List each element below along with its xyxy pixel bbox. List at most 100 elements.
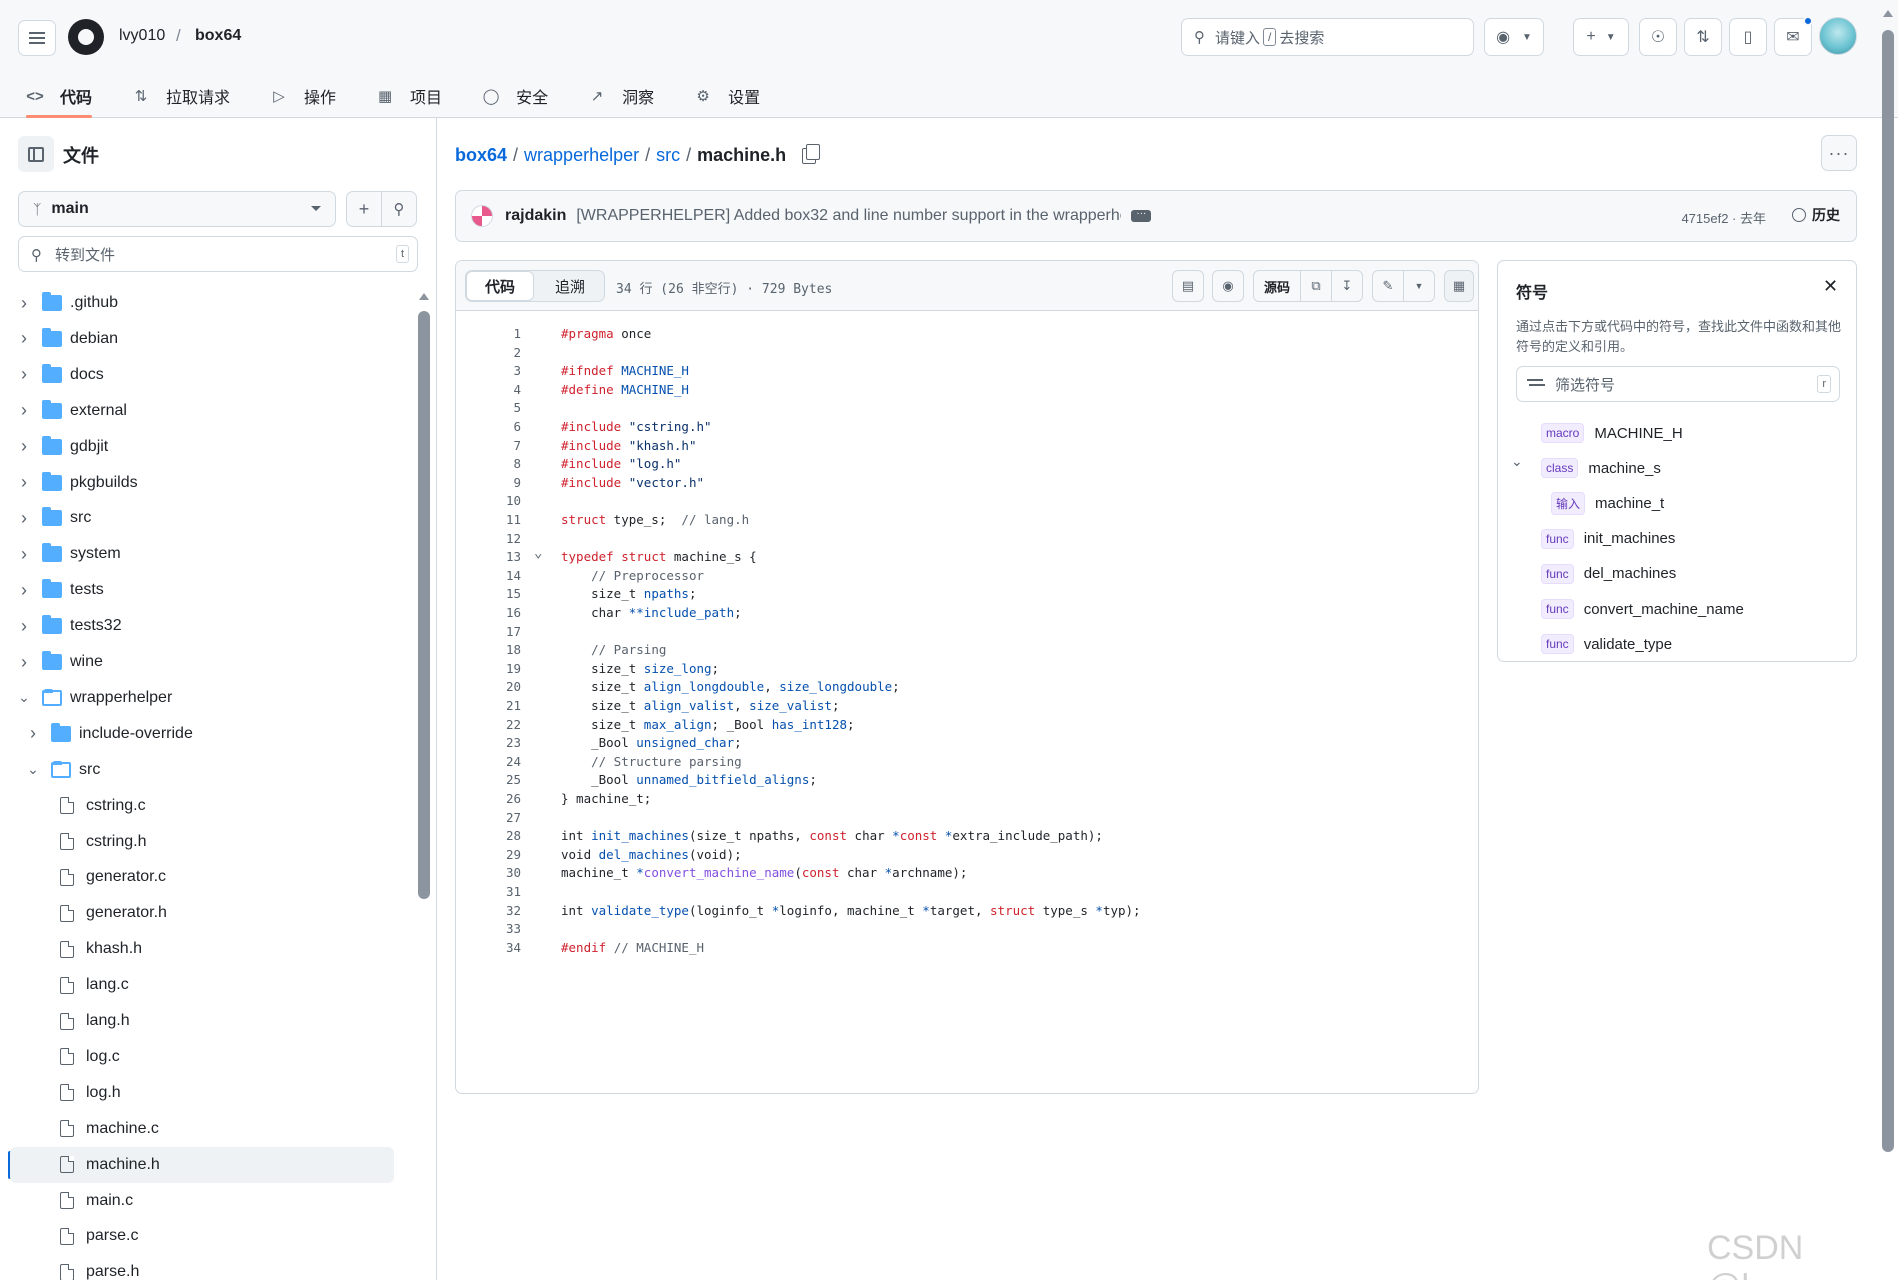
symbol-item[interactable]: 输入 machine_t — [1551, 488, 1664, 518]
collapse-sidebar-button[interactable] — [18, 136, 54, 172]
commit-author[interactable]: rajdakin — [505, 207, 566, 225]
download-raw-button[interactable]: ↧ — [1331, 270, 1363, 302]
code-line: 34 #endif // MACHINE_H — [456, 937, 1478, 959]
tab-projects[interactable]: ▦ 项目 — [364, 74, 454, 118]
breadcrumb-src[interactable]: src — [656, 145, 680, 166]
tree-folder[interactable]: › external — [10, 393, 394, 429]
commit-expand-button[interactable]: ··· — [1131, 209, 1152, 222]
tree-folder[interactable]: › tests — [10, 572, 394, 608]
branch-name: main — [51, 200, 89, 217]
tree-folder[interactable]: › system — [10, 536, 394, 572]
breadcrumb-separator: / — [645, 145, 651, 165]
tree-file[interactable]: parse.c — [10, 1218, 394, 1254]
commit-message[interactable]: [WRAPPERHELPER] Added box32 and line num… — [576, 207, 1121, 225]
tree-folder[interactable]: › wine — [10, 644, 394, 680]
blame-view-tab[interactable]: 追溯 — [536, 271, 604, 301]
page-scroll-up-arrow-icon[interactable] — [1883, 10, 1893, 17]
tree-file[interactable]: log.h — [10, 1075, 394, 1111]
code-token: char — [839, 865, 885, 881]
symbol-item[interactable]: macro MACHINE_H — [1541, 418, 1683, 448]
tree-folder[interactable]: › .github — [10, 285, 394, 321]
breadcrumb-wrapperhelper[interactable]: wrapperhelper — [524, 145, 639, 166]
tree-folder[interactable]: › debian — [10, 321, 394, 357]
github-logo-icon[interactable] — [68, 19, 104, 55]
copilot-button[interactable]: ◉ ▼ — [1484, 18, 1544, 56]
edit-file-button[interactable]: ✎ — [1372, 270, 1404, 302]
copilot-code-button[interactable]: ◉ — [1212, 270, 1244, 302]
more-options-button[interactable]: ··· — [1821, 135, 1857, 171]
symbol-item[interactable]: func convert_machine_name — [1541, 594, 1744, 624]
copy-path-icon[interactable] — [802, 143, 821, 164]
search-files-button[interactable]: ⚲ — [381, 191, 417, 227]
tree-file[interactable]: generator.h — [10, 895, 394, 931]
tab-actions[interactable]: ▷ 操作 — [258, 74, 348, 118]
tab-pull-requests[interactable]: ⇅ 拉取请求 — [120, 74, 242, 118]
search-hint-prefix: 请键入 — [1215, 29, 1261, 47]
branch-selector[interactable]: ᛉ main — [18, 191, 336, 227]
symbol-item[interactable]: func init_machines — [1541, 524, 1675, 554]
tab-code[interactable]: <> 代码 — [14, 74, 104, 118]
tab-settings[interactable]: ⚙ 设置 — [682, 74, 772, 118]
code-token: ; — [734, 735, 742, 751]
tree-file[interactable]: main.c — [10, 1183, 394, 1219]
edit-options-button[interactable]: ▼ — [1403, 270, 1435, 302]
tab-insights[interactable]: ↗ 洞察 — [576, 74, 666, 118]
commit-author-avatar[interactable] — [471, 205, 493, 227]
view-toggle: 代码 追溯 — [465, 270, 605, 302]
tree-file[interactable]: lang.h — [10, 1003, 394, 1039]
code-view-tab[interactable]: 代码 — [466, 271, 534, 301]
code-token: ( — [794, 865, 802, 881]
tree-file[interactable]: parse.h — [10, 1254, 394, 1280]
close-icon[interactable]: ✕ — [1823, 276, 1838, 297]
tree-file[interactable]: generator.c — [10, 859, 394, 895]
tree-folder[interactable]: › include-override — [10, 716, 394, 752]
raw-button[interactable]: 源码 — [1253, 270, 1301, 302]
tree-folder[interactable]: › src — [10, 500, 394, 536]
menu-button[interactable] — [18, 20, 56, 56]
tree-folder[interactable]: › gdbjit — [10, 429, 394, 465]
user-avatar[interactable] — [1819, 17, 1857, 55]
symbol-name: validate_type — [1583, 635, 1673, 653]
chevron-down-icon[interactable]: ⌄ — [1511, 453, 1523, 470]
tree-file[interactable]: khash.h — [10, 931, 394, 967]
scroll-up-arrow-icon[interactable] — [419, 293, 429, 300]
code-token: // MACHINE_H — [613, 939, 704, 955]
tree-folder[interactable]: › pkgbuilds — [10, 465, 394, 501]
add-file-button[interactable]: + — [346, 191, 382, 227]
line-number[interactable]: 34 — [456, 937, 521, 959]
chevron-right-icon: › — [21, 615, 27, 636]
issues-button[interactable]: ☉ — [1639, 18, 1677, 56]
fold-chevron-icon[interactable]: ⌄ — [534, 542, 542, 564]
tree-file[interactable]: cstring.c — [10, 788, 394, 824]
repo-name-link[interactable]: box64 — [195, 27, 241, 45]
history-button[interactable]: 历史 — [1792, 205, 1840, 225]
tree-folder[interactable]: ⌄ src — [10, 752, 394, 788]
repo-owner-link[interactable]: lvy010 — [119, 27, 165, 45]
filter-symbols-input[interactable]: 筛选符号 r — [1516, 366, 1840, 402]
tree-folder[interactable]: › docs — [10, 357, 394, 393]
chevron-right-icon: › — [30, 723, 36, 744]
tree-file[interactable]: log.c — [10, 1039, 394, 1075]
tree-file[interactable]: machine.c — [10, 1111, 394, 1147]
symbol-item[interactable]: ⌄ class machine_s — [1511, 453, 1661, 483]
tree-file[interactable]: lang.c — [10, 967, 394, 1003]
breadcrumb-root[interactable]: box64 — [455, 145, 507, 166]
sidebar-scrollbar[interactable] — [418, 311, 430, 899]
page-scrollbar[interactable] — [1882, 30, 1894, 1152]
repositories-button[interactable]: ▯ — [1729, 18, 1767, 56]
symbol-item[interactable]: func validate_type — [1541, 629, 1672, 659]
pull-requests-button[interactable]: ⇅ — [1684, 18, 1722, 56]
tree-folder[interactable]: ⌄ wrapperhelper — [10, 680, 394, 716]
global-search-input[interactable]: ⚲ 请键入 / 去搜索 — [1181, 18, 1474, 56]
copy-raw-button[interactable]: ⧉ — [1300, 270, 1332, 302]
tree-folder[interactable]: › tests32 — [10, 608, 394, 644]
tree-file[interactable]: cstring.h — [10, 824, 394, 860]
symbols-panel-toggle[interactable]: ▦ — [1444, 270, 1474, 302]
create-new-button[interactable]: + ▼ — [1573, 18, 1629, 56]
go-to-file-input[interactable]: ⚲ 转到文件 t — [18, 236, 418, 272]
commit-meta[interactable]: 4715ef2 · 去年 — [1681, 208, 1766, 227]
tree-file[interactable]: machine.h — [10, 1146, 394, 1183]
tab-security[interactable]: ◯ 安全 — [470, 74, 560, 118]
symbol-item[interactable]: func del_machines — [1541, 559, 1676, 589]
new-file-button[interactable]: ▤ — [1172, 270, 1204, 302]
